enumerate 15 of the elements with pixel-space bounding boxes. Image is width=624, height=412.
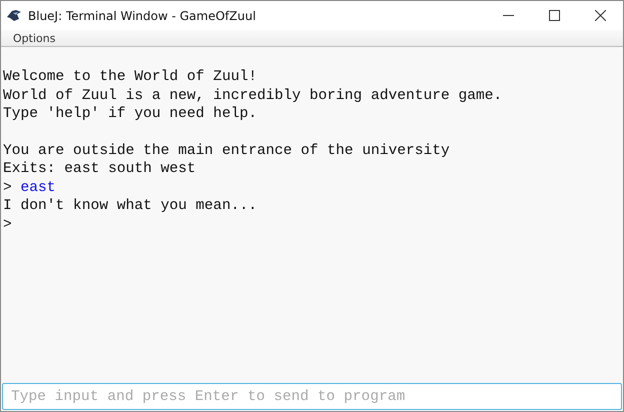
bird-icon (6, 9, 22, 22)
output-line: I don't know what you mean... (3, 198, 257, 214)
input-field[interactable]: Type input and press Enter to send to program (2, 383, 622, 410)
close-icon (594, 10, 606, 21)
menu-item[interactable]: Options (13, 32, 56, 44)
output-line: Welcome to the World of Zuul! (3, 69, 257, 86)
output-line: Type 'help' if you need help. (3, 106, 257, 122)
prompt-symbol: > (3, 180, 12, 196)
output-line: Exits: east south west (3, 161, 196, 178)
output-line: You are outside the main entrance of the university (3, 142, 450, 159)
prompt-symbol: > (3, 216, 12, 233)
window-title: BlueJ: Terminal Window - GameOfZuul (28, 8, 257, 22)
maximize-icon (548, 10, 560, 21)
user-input-line: east (20, 180, 56, 196)
output-line: World of Zuul is a new, incredibly boring adventure game. (3, 88, 502, 104)
